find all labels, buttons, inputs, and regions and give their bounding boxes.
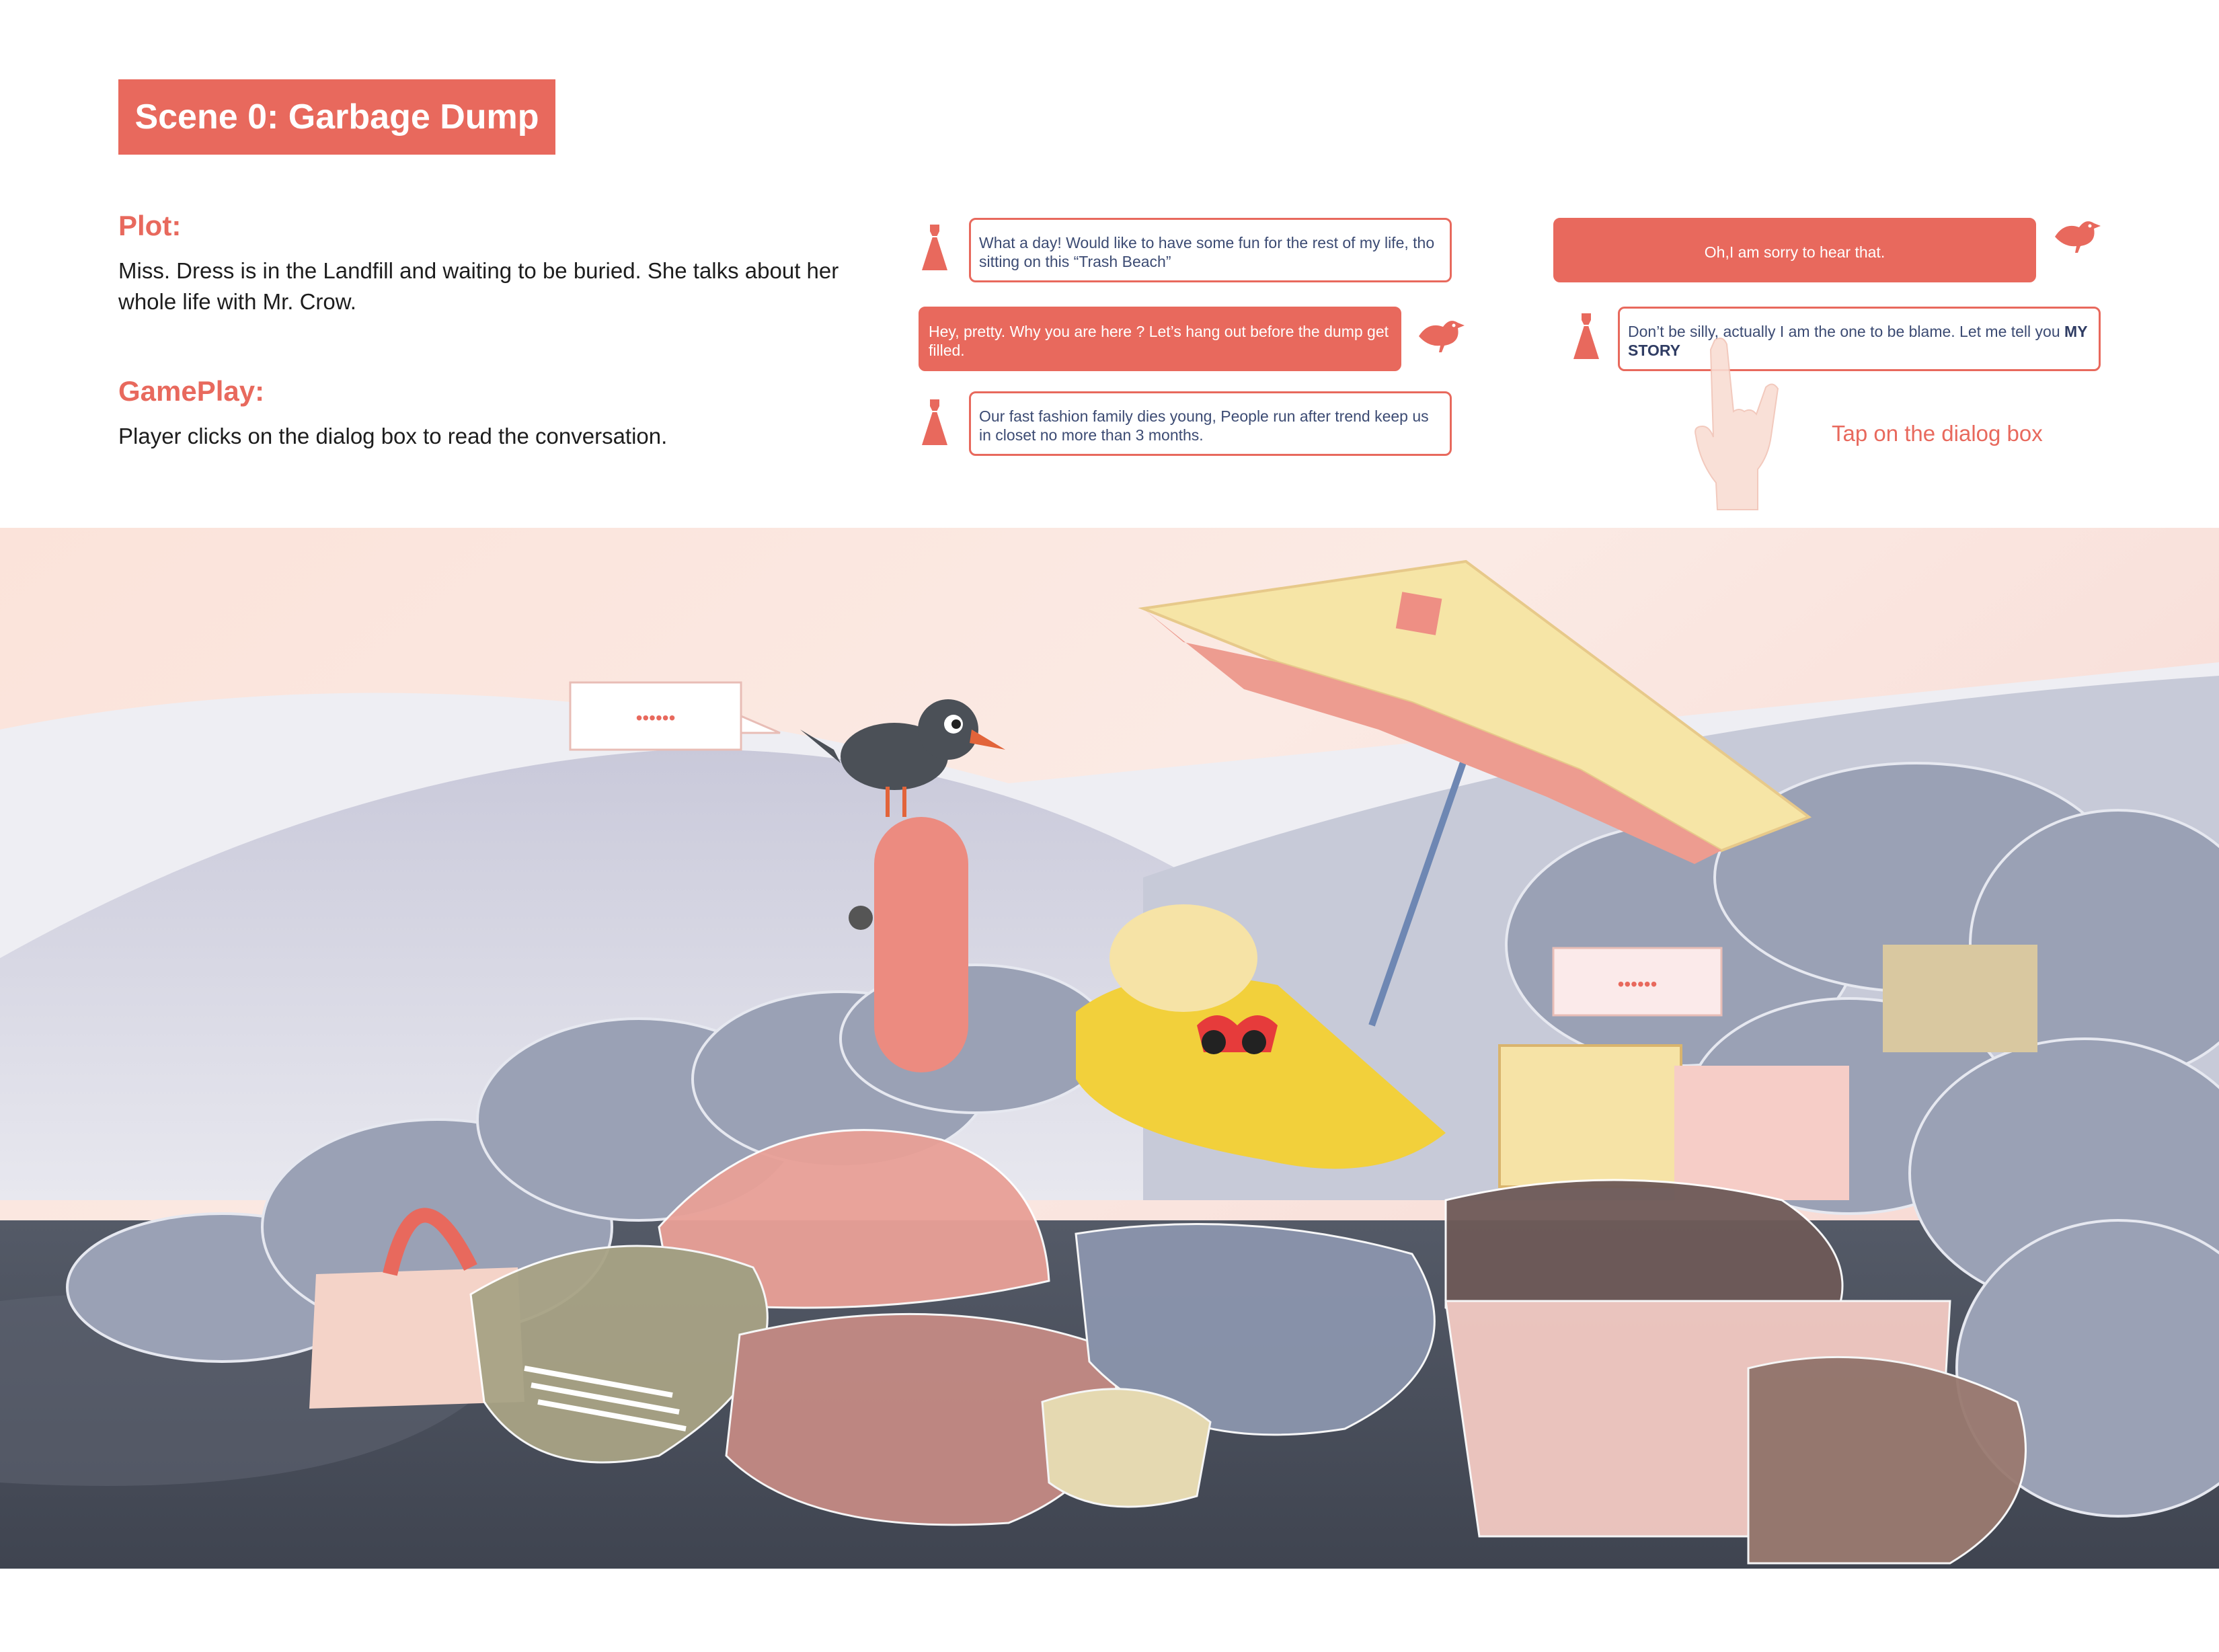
plot-text: Miss. Dress is in the Landfill and waiti… [118, 258, 839, 314]
dialog-box-2[interactable]: Hey, pretty. Why you are here ? Let’s ha… [919, 307, 1401, 371]
gameplay-heading: GamePlay: [118, 375, 265, 407]
crow-icon [1415, 316, 1466, 358]
dialog-text-5: Don’t be silly, actually I am the one to… [1628, 323, 2065, 340]
garbage-dump-scene: •••••• •••••• [0, 528, 2219, 1569]
dialog-box-5[interactable]: Don’t be silly, actually I am the one to… [1618, 307, 2101, 371]
dialog-text-3: Our fast fashion family dies young, Peop… [979, 407, 1429, 444]
tap-hint-text: Tap on the dialog box [1832, 421, 2043, 446]
dialog-text-2: Hey, pretty. Why you are here ? Let’s ha… [929, 323, 1389, 359]
scene-title: Scene 0: Garbage Dump [118, 79, 555, 155]
crow-bubble-dots: •••••• [636, 707, 676, 728]
dialog-text-1: What a day! Would like to have some fun … [979, 234, 1435, 270]
gameplay-text: Player clicks on the dialog box to read … [118, 424, 668, 448]
crow-icon [2051, 217, 2102, 258]
dialog-box-1[interactable]: What a day! Would like to have some fun … [969, 218, 1452, 282]
dress-icon [918, 222, 951, 276]
dress-speech-bubble[interactable]: •••••• [1552, 947, 1723, 1017]
dress-icon [918, 397, 951, 450]
dress-bubble-dots: •••••• [1618, 974, 1658, 994]
dialog-text-4: Oh,I am sorry to hear that. [1704, 243, 1885, 261]
dress-icon [1569, 311, 1603, 364]
tap-hand-icon [1695, 336, 1795, 518]
dialog-box-4[interactable]: Oh,I am sorry to hear that. [1553, 218, 2036, 282]
plot-heading: Plot: [118, 210, 182, 241]
dialog-box-3[interactable]: Our fast fashion family dies young, Peop… [969, 391, 1452, 456]
